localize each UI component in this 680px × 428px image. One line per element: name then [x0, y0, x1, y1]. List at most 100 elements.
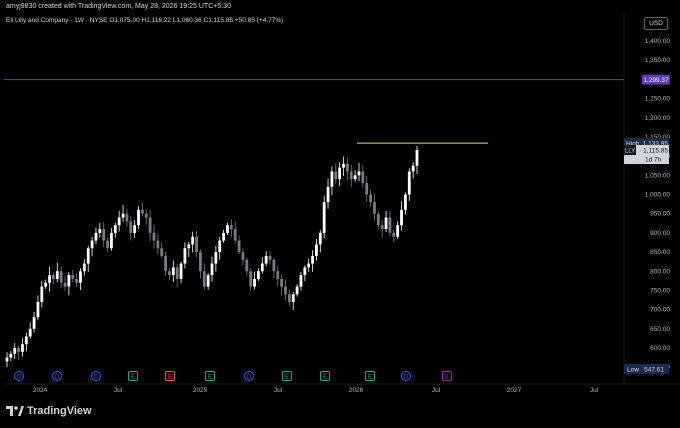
candle-body[interactable] [303, 267, 307, 276]
candle-body[interactable] [264, 255, 268, 264]
candle-body[interactable] [334, 171, 338, 180]
candle-body[interactable] [137, 209, 140, 226]
candle-body[interactable] [365, 182, 369, 195]
candle-body[interactable] [407, 171, 411, 195]
candle-body[interactable] [156, 240, 160, 249]
candle-body[interactable] [40, 286, 44, 302]
candle-body[interactable] [380, 225, 384, 230]
candle-body[interactable] [268, 255, 272, 260]
candle-body[interactable] [90, 240, 94, 249]
candle-body[interactable] [148, 217, 152, 233]
candle-body[interactable] [129, 221, 133, 233]
candle-body[interactable] [307, 263, 311, 268]
candle-body[interactable] [17, 348, 21, 352]
candle-body[interactable] [94, 232, 98, 241]
candle-body[interactable] [249, 271, 253, 287]
candle-body[interactable] [403, 194, 407, 210]
candle-body[interactable] [32, 317, 36, 329]
candle-body[interactable] [133, 225, 137, 233]
candle-body[interactable] [392, 232, 396, 237]
candle-body[interactable] [218, 240, 222, 253]
candle-body[interactable] [241, 252, 245, 260]
candle-body[interactable] [376, 213, 380, 226]
candle-body[interactable] [315, 244, 318, 256]
candle-body[interactable] [295, 286, 299, 295]
candle-body[interactable] [121, 213, 125, 218]
candle-body[interactable] [59, 271, 63, 283]
candle-body[interactable] [202, 271, 206, 287]
candle-body[interactable] [79, 271, 82, 283]
candle-body[interactable] [276, 271, 280, 279]
candle-body[interactable] [82, 263, 86, 272]
candle-body[interactable] [411, 165, 415, 172]
candle-body[interactable] [206, 275, 210, 287]
candle-body[interactable] [353, 175, 357, 180]
candle-body[interactable] [291, 294, 295, 302]
candle-body[interactable] [311, 255, 314, 264]
candle-body[interactable] [400, 209, 403, 226]
candle-body[interactable] [171, 267, 175, 276]
candle-body[interactable] [52, 275, 55, 279]
candle-body[interactable] [9, 353, 13, 358]
candle-body[interactable] [342, 163, 345, 168]
candle-body[interactable] [113, 225, 117, 233]
candle-body[interactable] [98, 229, 102, 233]
candle-body[interactable] [357, 171, 361, 176]
candle-body[interactable] [260, 263, 264, 272]
candle-body[interactable] [338, 167, 342, 180]
candle-body[interactable] [13, 348, 17, 354]
candle-body[interactable] [322, 202, 326, 233]
candle-body[interactable] [287, 294, 291, 302]
candle-body[interactable] [229, 225, 233, 230]
candle-body[interactable] [67, 275, 71, 287]
candle-body[interactable] [257, 271, 260, 279]
candle-body[interactable] [272, 259, 276, 272]
candle-body[interactable] [349, 171, 353, 180]
candle-body[interactable] [330, 171, 334, 187]
candle-body[interactable] [210, 263, 214, 276]
candle-body[interactable] [86, 248, 90, 264]
candle-body[interactable] [361, 171, 365, 183]
price-chart[interactable]: 1,400.001,350.001,300.001,250.001,200.00… [0, 0, 680, 428]
candle-body[interactable] [44, 282, 48, 287]
candle-body[interactable] [237, 240, 241, 253]
candle-body[interactable] [160, 248, 164, 256]
candle-body[interactable] [299, 275, 303, 287]
candle-body[interactable] [125, 213, 129, 222]
candle-body[interactable] [164, 255, 167, 272]
candle-body[interactable] [226, 225, 229, 233]
candle-body[interactable] [63, 282, 67, 287]
candle-body[interactable] [345, 163, 349, 172]
candle-body[interactable] [5, 357, 9, 362]
candle-body[interactable] [168, 271, 171, 276]
candle-body[interactable] [191, 236, 195, 245]
candle-body[interactable] [140, 209, 144, 214]
candle-body[interactable] [102, 229, 106, 241]
candle-body[interactable] [55, 271, 59, 279]
candle-body[interactable] [284, 286, 287, 295]
candle-body[interactable] [245, 259, 249, 272]
candle-body[interactable] [222, 232, 226, 241]
candle-body[interactable] [71, 275, 75, 279]
candle-body[interactable] [28, 328, 32, 337]
candle-body[interactable] [144, 213, 148, 218]
candle-body[interactable] [187, 244, 191, 249]
candle-body[interactable] [110, 232, 113, 249]
candle-body[interactable] [75, 278, 79, 283]
candle-body[interactable] [183, 248, 187, 264]
candle-body[interactable] [152, 232, 156, 241]
candle-body[interactable] [280, 278, 284, 287]
candle-body[interactable] [326, 186, 330, 203]
candle-body[interactable] [24, 336, 28, 345]
candle-body[interactable] [179, 263, 183, 279]
candle-body[interactable] [388, 217, 392, 233]
candle-body[interactable] [253, 278, 256, 287]
candle-body[interactable] [384, 217, 388, 230]
candle-body[interactable] [233, 229, 237, 241]
candle-body[interactable] [373, 202, 376, 214]
candle-body[interactable] [36, 301, 40, 318]
candle-body[interactable] [369, 194, 372, 203]
candle-body[interactable] [21, 344, 24, 352]
candle-body[interactable] [318, 232, 322, 245]
candle-body[interactable] [214, 252, 218, 264]
